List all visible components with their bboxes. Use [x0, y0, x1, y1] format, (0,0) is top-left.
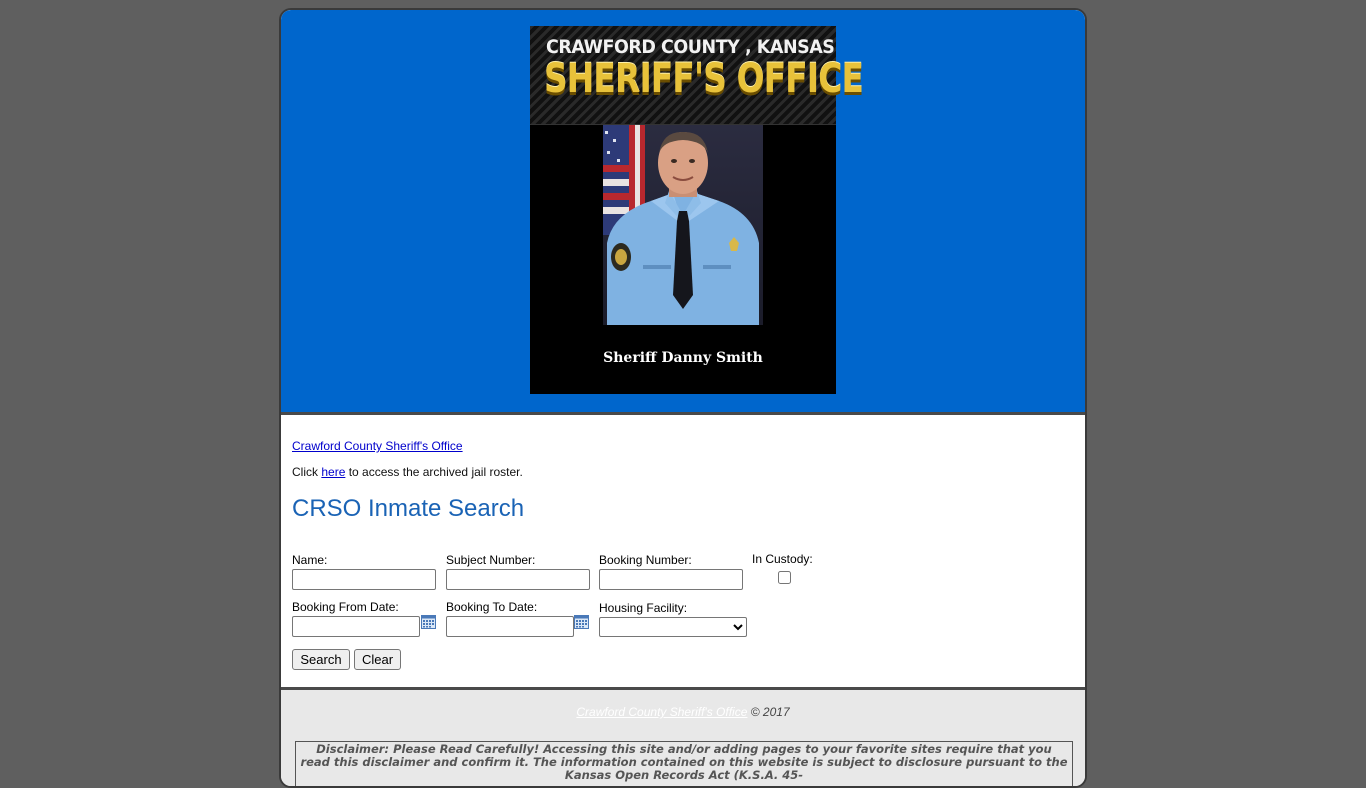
- copyright-line: Crawford County Sheriff's Office © 2017: [281, 705, 1085, 719]
- in-custody-label: In Custody:: [752, 552, 813, 566]
- logo-title-plate: CRAWFORD COUNTY , KANSAS SHERIFF'S OFFIC…: [530, 26, 864, 125]
- name-input[interactable]: [292, 569, 436, 590]
- archive-prefix-text: Click: [292, 465, 322, 479]
- name-label: Name:: [292, 553, 328, 567]
- clear-button[interactable]: Clear: [354, 649, 401, 670]
- footer: Crawford County Sheriff's Office © 2017 …: [281, 690, 1085, 786]
- disclaimer-box: Disclaimer: Please Read Carefully! Acces…: [295, 741, 1073, 786]
- calendar-icon[interactable]: [574, 615, 589, 629]
- sheriff-name-caption: Sheriff Danny Smith: [603, 350, 763, 366]
- footer-sheriff-office-link[interactable]: Crawford County Sheriff's Office: [576, 705, 747, 719]
- search-button[interactable]: Search: [292, 649, 350, 670]
- booking-number-label: Booking Number:: [599, 553, 692, 567]
- in-custody-checkbox[interactable]: [778, 571, 791, 584]
- logo-office-text: SHERIFF'S OFFICE: [544, 56, 864, 102]
- archive-suffix-text: to access the archived jail roster.: [345, 465, 523, 479]
- booking-from-date-input[interactable]: [292, 616, 420, 637]
- archive-here-link[interactable]: here: [321, 465, 345, 479]
- page-title: CRSO Inmate Search: [292, 495, 525, 522]
- housing-facility-label: Housing Facility:: [599, 601, 688, 615]
- logo-county-text: CRAWFORD COUNTY , KANSAS: [546, 36, 835, 58]
- calendar-icon[interactable]: [421, 615, 436, 629]
- housing-facility-select[interactable]: [599, 617, 747, 637]
- archive-roster-line: Click here to access the archived jail r…: [292, 465, 523, 479]
- booking-to-date-label: Booking To Date:: [446, 600, 538, 614]
- sheriff-office-link[interactable]: Crawford County Sheriff's Office: [292, 439, 463, 453]
- booking-to-date-input[interactable]: [446, 616, 574, 637]
- subject-number-label: Subject Number:: [446, 553, 536, 567]
- sheriff-office-logo: CRAWFORD COUNTY , KANSAS SHERIFF'S OFFIC…: [530, 26, 864, 394]
- copyright-year-text: © 2017: [747, 705, 790, 719]
- sheriff-portrait-image: [603, 125, 763, 325]
- subject-number-input[interactable]: [446, 569, 590, 590]
- page-container: CRAWFORD COUNTY , KANSAS SHERIFF'S OFFIC…: [279, 8, 1087, 788]
- booking-number-input[interactable]: [599, 569, 743, 590]
- header-banner: CRAWFORD COUNTY , KANSAS SHERIFF'S OFFIC…: [281, 10, 1085, 415]
- main-content: Crawford County Sheriff's Office Click h…: [281, 415, 1085, 690]
- booking-from-date-label: Booking From Date:: [292, 600, 399, 614]
